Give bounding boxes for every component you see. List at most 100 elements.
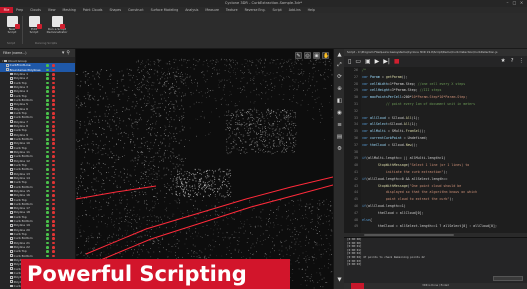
visibility-checkbox[interactable]	[4, 59, 8, 63]
visibility-checkbox[interactable]	[10, 219, 13, 223]
point-cloud-view[interactable]	[76, 49, 333, 289]
lock-dot-icon[interactable]	[52, 107, 55, 111]
visibility-checkbox[interactable]	[10, 263, 13, 266]
lock-dot-icon[interactable]	[52, 185, 55, 189]
visibility-checkbox[interactable]	[10, 133, 13, 136]
target-icon[interactable]: ◎	[304, 52, 311, 59]
more-icon[interactable]: ⋮	[519, 56, 525, 67]
lock-dot-icon[interactable]	[52, 142, 55, 145]
lock-dot-icon[interactable]	[52, 181, 55, 184]
lock-dot-icon[interactable]	[52, 168, 55, 171]
lock-dot-icon[interactable]	[52, 81, 55, 85]
code-line[interactable]: 26 /*	[344, 68, 366, 74]
code-line[interactable]: 31 // point every 1cm of document unit i…	[344, 102, 475, 108]
minimize-icon[interactable]: –	[505, 1, 510, 5]
lock-dot-icon[interactable]	[52, 64, 55, 67]
lock-dot-icon[interactable]	[52, 133, 55, 137]
visibility-checkbox[interactable]	[10, 267, 13, 271]
lock-dot-icon[interactable]	[52, 103, 55, 106]
lock-dot-icon[interactable]	[52, 98, 55, 102]
star-icon[interactable]: ★	[501, 56, 506, 67]
maximize-icon[interactable]: □	[512, 1, 517, 5]
visibility-checkbox[interactable]	[10, 159, 13, 162]
lock-dot-icon[interactable]	[52, 120, 55, 124]
lock-dot-icon[interactable]	[52, 250, 55, 254]
lock-dot-icon[interactable]	[52, 155, 55, 158]
code-line[interactable]: 30 var maxPointsPerCell=200*10*Param.Step…	[344, 95, 467, 101]
new-file-icon[interactable]: ▯	[348, 56, 351, 67]
visibility-checkbox[interactable]	[10, 284, 13, 288]
code-line[interactable]: 45 point cloud to extract the curb");	[344, 197, 453, 203]
new-script-button[interactable]: New Script	[3, 16, 21, 38]
code-line[interactable]: 46 if(allCloud.length==1)	[344, 204, 406, 210]
code-line[interactable]: 37 var theCloud = SCloud.New();	[344, 143, 418, 149]
visibility-checkbox[interactable]	[10, 154, 13, 158]
scrollbar-thumb[interactable]	[364, 234, 454, 236]
code-editor[interactable]: 26/* 27 var Param = getParam(); 28 var cellW…	[344, 67, 527, 233]
visibility-checkbox[interactable]	[10, 198, 13, 201]
visibility-checkbox[interactable]	[10, 271, 13, 275]
visibility-checkbox[interactable]	[10, 102, 13, 106]
lock-dot-icon[interactable]	[52, 90, 55, 93]
lock-dot-icon[interactable]	[52, 207, 55, 210]
lock-dot-icon[interactable]	[52, 94, 55, 98]
code-line[interactable]: 48 else{	[344, 218, 372, 224]
visibility-checkbox[interactable]	[10, 202, 13, 206]
box-icon[interactable]: ▣	[313, 52, 320, 59]
lock-dot-icon[interactable]	[52, 159, 55, 163]
visibility-checkbox[interactable]	[10, 85, 13, 89]
lock-dot-icon[interactable]	[52, 111, 55, 115]
stop-icon[interactable]: ■	[394, 56, 400, 67]
lock-dot-icon[interactable]	[52, 68, 55, 72]
visibility-checkbox[interactable]	[10, 128, 13, 132]
code-line[interactable]: 32	[344, 109, 362, 115]
lock-dot-icon[interactable]	[52, 254, 55, 258]
fit-view-icon[interactable]: ⤢	[336, 62, 343, 69]
visibility-checkbox[interactable]	[10, 172, 13, 175]
lock-dot-icon[interactable]	[52, 72, 55, 76]
visibility-checkbox[interactable]	[10, 254, 13, 258]
code-line[interactable]: 39 if(allMulti.length== || allMulti.lengt…	[344, 156, 445, 162]
code-line[interactable]: 47 theCloud = allCloud[0];	[344, 211, 424, 217]
open-file-icon[interactable]: ▭	[355, 56, 361, 67]
scroll-up-icon[interactable]: ▲	[336, 52, 343, 59]
hand-icon[interactable]: ✋	[322, 52, 329, 59]
lock-dot-icon[interactable]	[52, 137, 55, 141]
visibility-checkbox[interactable]	[10, 211, 13, 214]
zoom-icon[interactable]: ⊕	[336, 86, 343, 93]
visibility-checkbox[interactable]	[10, 77, 13, 80]
visibility-checkbox[interactable]	[10, 176, 13, 180]
run-script-button[interactable]: Run a Script Demonstrator	[45, 16, 69, 38]
code-line[interactable]: 49 theCloud = allSelect.length==1 ? allS…	[344, 224, 497, 230]
visibility-checkbox[interactable]	[10, 98, 13, 102]
code-line[interactable]: 42 if(allCloud.length==0 && allSelect.len…	[344, 177, 447, 183]
visibility-checkbox[interactable]	[10, 146, 13, 149]
visibility-checkbox[interactable]	[10, 228, 13, 232]
lock-dot-icon[interactable]	[52, 246, 55, 249]
visibility-checkbox[interactable]	[10, 185, 13, 188]
lock-dot-icon[interactable]	[52, 233, 55, 236]
visibility-checkbox[interactable]	[10, 150, 13, 154]
lock-dot-icon[interactable]	[52, 241, 55, 245]
pencil-icon[interactable]: ✎	[295, 52, 302, 59]
visibility-checkbox[interactable]	[10, 245, 13, 249]
lock-dot-icon[interactable]	[52, 85, 55, 89]
visibility-checkbox[interactable]	[10, 250, 13, 253]
cube-icon[interactable]: ◧	[336, 98, 343, 105]
code-line[interactable]: 40 StopWithMessage("Select 1 line (or 1 …	[344, 163, 469, 169]
code-line[interactable]: 29 var cellHeight=3*Param.Step; //III ste…	[344, 88, 441, 94]
help-icon[interactable]: ?	[511, 56, 514, 67]
code-line[interactable]: 35 var allMulti = SMulti.FromSel();	[344, 129, 426, 135]
lock-dot-icon[interactable]	[52, 194, 55, 197]
code-line[interactable]: 27 var Param = getParam();	[344, 75, 408, 81]
visibility-checkbox[interactable]	[10, 137, 13, 141]
visibility-checkbox[interactable]	[10, 115, 13, 119]
visibility-checkbox[interactable]	[10, 241, 13, 245]
lock-dot-icon[interactable]	[52, 237, 55, 241]
visibility-checkbox[interactable]	[6, 64, 9, 67]
visibility-checkbox[interactable]	[10, 215, 13, 219]
rotate-icon[interactable]: ⟳	[336, 74, 343, 81]
lock-dot-icon[interactable]	[52, 77, 55, 80]
console-button[interactable]	[493, 276, 523, 281]
lock-dot-icon[interactable]	[52, 176, 55, 180]
